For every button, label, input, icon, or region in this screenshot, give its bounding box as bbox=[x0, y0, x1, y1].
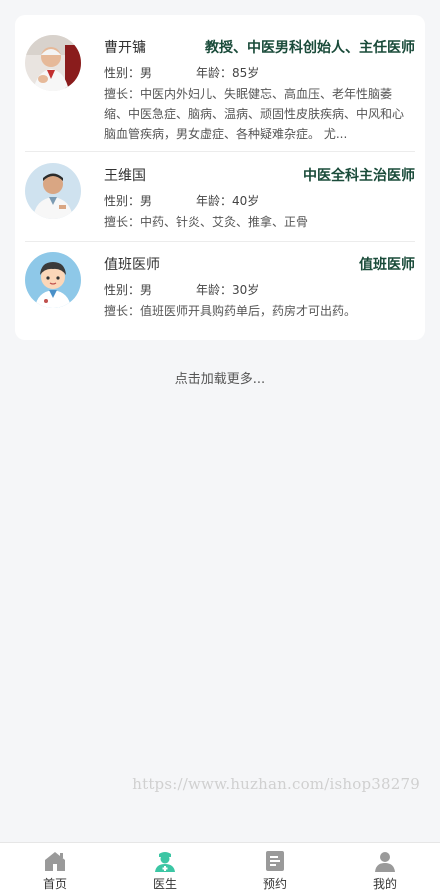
tab-profile[interactable]: 我的 bbox=[330, 843, 440, 896]
load-more-button[interactable]: 点击加载更多... bbox=[0, 368, 440, 387]
doctor-title: 值班医师 bbox=[359, 257, 415, 273]
elderly-doctor-photo-icon bbox=[25, 35, 81, 91]
doctor-name: 曹开镛 bbox=[104, 40, 146, 56]
doctor-item[interactable]: 王维国 中医全科主治医师 性别：男 年龄：40岁 擅长：中药、针炎、艾灸、推拿、… bbox=[25, 152, 415, 242]
male-doctor-photo-icon bbox=[25, 163, 81, 219]
doctor-info: 曹开镛 教授、中医男科创始人、主任医师 性别：男 年龄：85岁 擅长：中医内外妇… bbox=[104, 35, 415, 151]
doctor-age: 年龄：85岁 bbox=[196, 65, 260, 80]
tab-home[interactable]: 首页 bbox=[0, 843, 110, 896]
watermark-text: https://www.huzhan.com/ishop38279 bbox=[132, 775, 420, 793]
doctor-item[interactable]: 曹开镛 教授、中医男科创始人、主任医师 性别：男 年龄：85岁 擅长：中医内外妇… bbox=[25, 15, 415, 152]
doctor-icon bbox=[155, 852, 175, 872]
tab-appointment[interactable]: 预约 bbox=[220, 843, 330, 896]
doctor-list: 曹开镛 教授、中医男科创始人、主任医师 性别：男 年龄：85岁 擅长：中医内外妇… bbox=[15, 15, 425, 340]
bottom-tabbar: 首页 医生 预约 我的 bbox=[0, 842, 440, 896]
doctor-info: 值班医师 值班医师 性别：男 年龄：30岁 擅长：值班医师开具购药单后，药房才可… bbox=[104, 252, 415, 340]
page: 曹开镛 教授、中医男科创始人、主任医师 性别：男 年龄：85岁 擅长：中医内外妇… bbox=[0, 0, 440, 896]
tab-appointment-label: 预约 bbox=[262, 877, 287, 891]
doctor-info: 王维国 中医全科主治医师 性别：男 年龄：40岁 擅长：中药、针炎、艾灸、推拿、… bbox=[104, 163, 415, 241]
tab-home-label: 首页 bbox=[42, 877, 67, 891]
doctor-name: 值班医师 bbox=[104, 257, 160, 273]
doctor-sex: 性别：男 bbox=[104, 193, 153, 208]
home-icon bbox=[45, 852, 65, 871]
cartoon-doctor-icon bbox=[25, 252, 81, 308]
doctor-age: 年龄：30岁 bbox=[196, 282, 260, 297]
doctor-avatar bbox=[25, 252, 81, 308]
profile-icon bbox=[375, 852, 395, 872]
doctor-avatar bbox=[25, 35, 81, 91]
doctor-skill: 擅长：值班医师开具购药单后，药房才可出药。 bbox=[104, 304, 357, 318]
tab-doctor[interactable]: 医生 bbox=[110, 843, 220, 896]
tab-profile-label: 我的 bbox=[372, 877, 397, 891]
doctor-title: 中医全科主治医师 bbox=[303, 168, 415, 184]
doctor-skill: 擅长：中医内外妇儿、失眠健忘、高血压、老年性脑萎缩、中医急症、脑病、温病、顽固性… bbox=[104, 87, 405, 141]
doctor-age: 年龄：40岁 bbox=[196, 193, 260, 208]
doctor-sex: 性别：男 bbox=[104, 65, 153, 80]
doctor-sex: 性别：男 bbox=[104, 282, 153, 297]
doctor-skill: 擅长：中药、针炎、艾灸、推拿、正骨 bbox=[104, 215, 309, 229]
tab-doctor-label: 医生 bbox=[152, 877, 177, 891]
doctor-item[interactable]: 值班医师 值班医师 性别：男 年龄：30岁 擅长：值班医师开具购药单后，药房才可… bbox=[25, 242, 415, 340]
doctor-name: 王维国 bbox=[104, 168, 146, 184]
doctor-avatar bbox=[25, 163, 81, 219]
doctor-title: 教授、中医男科创始人、主任医师 bbox=[205, 40, 415, 56]
appointment-icon bbox=[266, 851, 284, 871]
